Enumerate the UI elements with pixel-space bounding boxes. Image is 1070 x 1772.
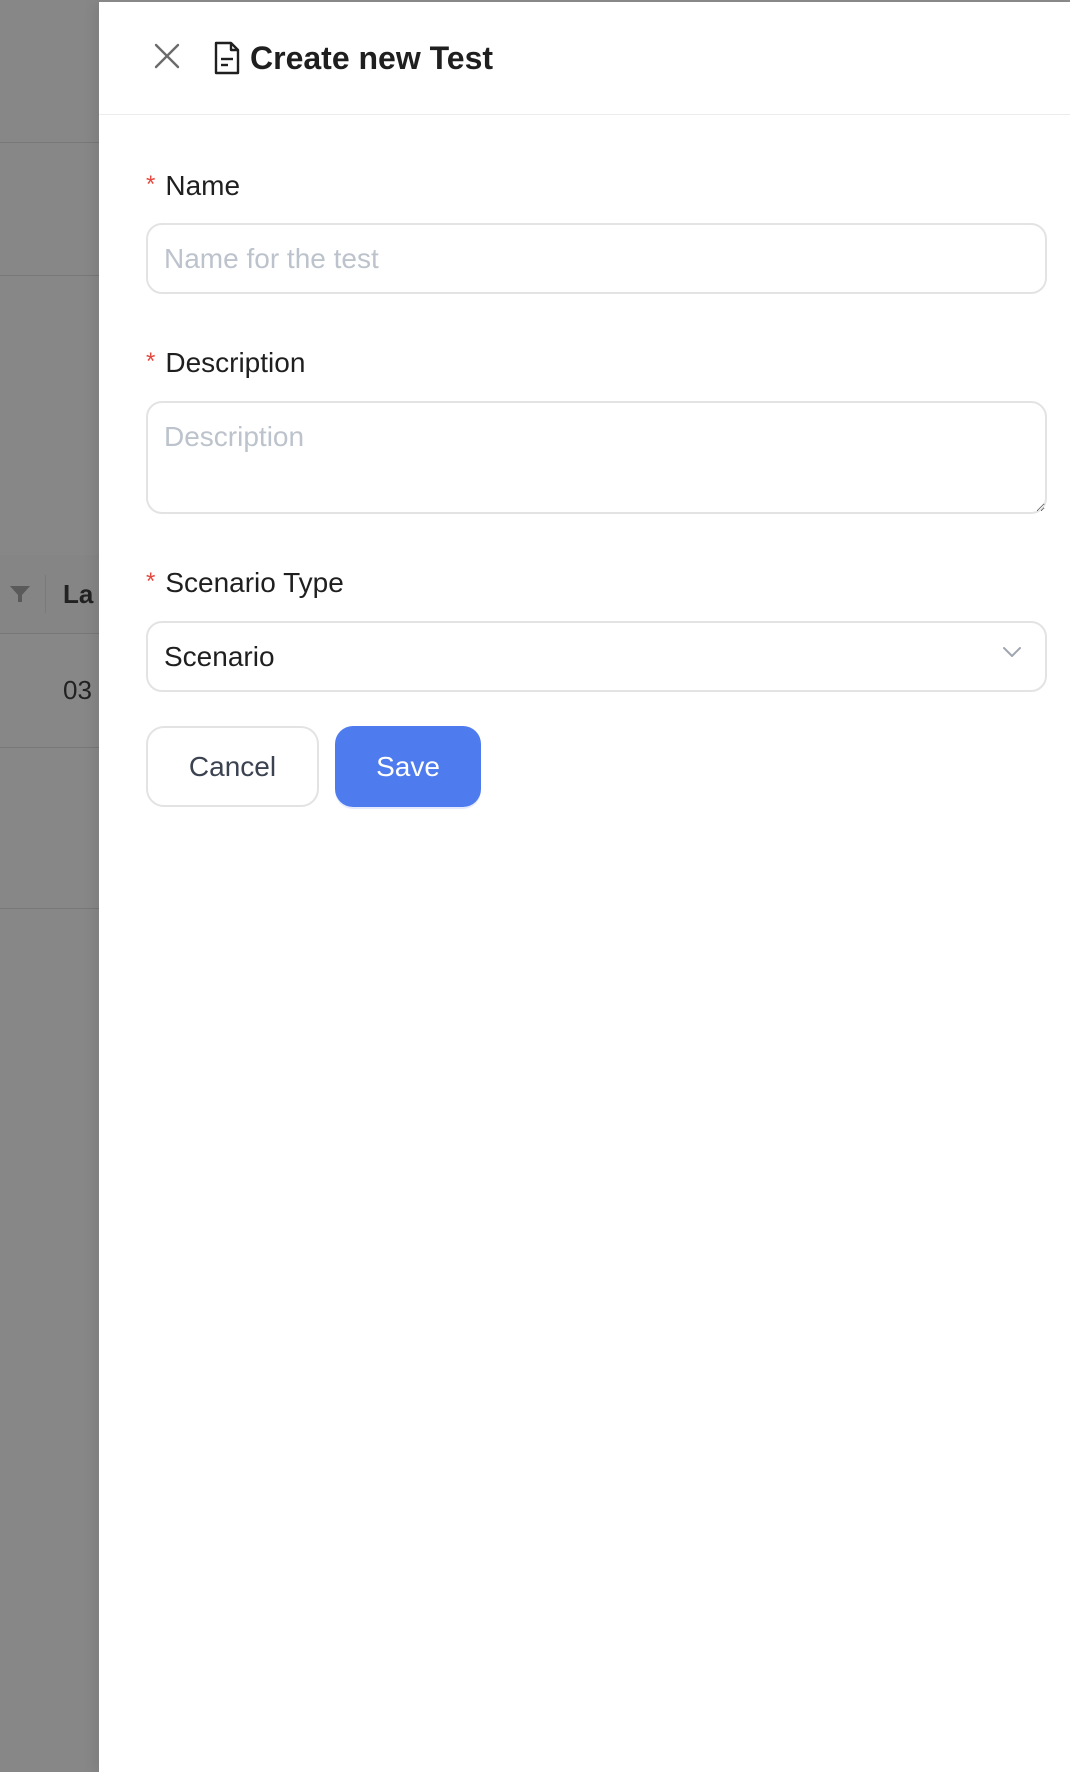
create-test-drawer: Create new Test * Name * Description * Scen… (99, 2, 1070, 1772)
description-textarea[interactable] (146, 401, 1047, 514)
scenario-type-label: * Scenario Type (146, 567, 344, 599)
background-column-separator (45, 575, 46, 613)
required-mark: * (146, 568, 156, 595)
scenario-type-label-text: Scenario Type (165, 567, 344, 598)
background-divider (0, 747, 100, 748)
document-icon (214, 41, 240, 75)
description-label-text: Description (165, 347, 306, 378)
required-mark: * (146, 348, 156, 375)
drawer-header: Create new Test (99, 2, 1070, 115)
background-divider (0, 633, 100, 634)
name-label-text: Name (165, 170, 241, 201)
scenario-type-select[interactable]: Scenario (146, 621, 1047, 692)
background-table-cell: 03 (63, 675, 92, 705)
chevron-down-icon (1003, 647, 1021, 657)
background-divider (0, 908, 100, 909)
name-input[interactable] (146, 223, 1047, 294)
cancel-button[interactable]: Cancel (146, 726, 319, 807)
drawer-title: Create new Test (250, 40, 494, 76)
scenario-type-selected-value: Scenario (164, 640, 275, 672)
description-label: * Description (146, 347, 305, 379)
background-overlay[interactable]: La 03 (0, 0, 100, 1772)
background-divider (0, 142, 100, 143)
close-icon[interactable] (151, 40, 183, 72)
background-column-title: La (63, 579, 94, 609)
save-button[interactable]: Save (335, 726, 481, 807)
required-mark: * (146, 171, 156, 198)
background-divider (0, 275, 100, 276)
name-label: * Name (146, 170, 240, 202)
filter-icon (10, 586, 30, 602)
